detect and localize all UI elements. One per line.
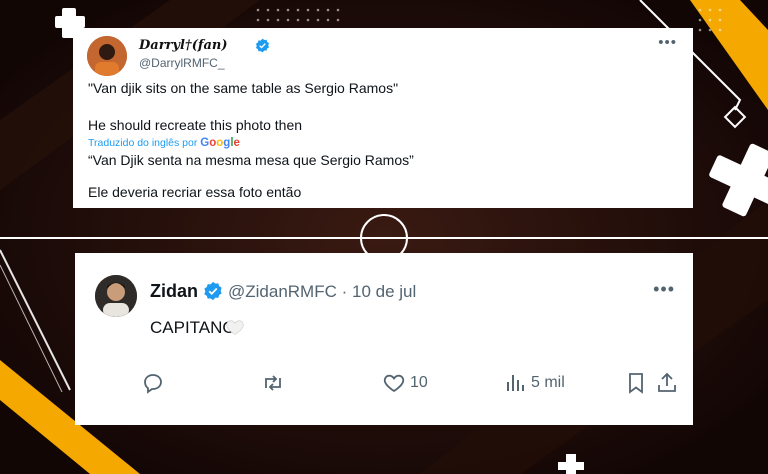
bookmark-button[interactable] [624,370,648,396]
tweet-text: CAPITANO [150,318,236,337]
tweet-card-zidan[interactable]: Zidan @ZidanRMFC · 10 de jul ••• CAPITAN… [75,253,693,425]
share-icon [658,372,676,392]
views-chart-icon [507,375,524,391]
avatar[interactable] [87,36,127,76]
reply-button[interactable] [141,370,165,396]
cross-icon: † [184,38,192,53]
more-options-icon[interactable]: ••• [658,34,677,51]
views-button[interactable]: 5 mil [503,370,565,396]
handle-and-date[interactable]: @ZidanRMFC · 10 de jul [228,282,416,302]
view-count: 5 mil [531,374,565,391]
author-name[interactable]: Zidan [150,281,198,302]
like-button[interactable]: 10 [382,370,428,396]
translated-text-line: Ele deveria recriar essa foto então [88,184,302,200]
translation-attribution[interactable]: Traduzido do inglês por Google [88,137,240,149]
profile-photo-icon [95,275,137,317]
tweet-card-darryl[interactable]: Darryl†(fan) @DarrylRMFC_ ••• "Van djik … [73,28,693,208]
tweet-text-line: He should recreate this photo then [88,117,303,133]
like-count: 10 [410,374,428,391]
retweet-icon [265,375,281,391]
tweet-text-line: "Van djik sits on the same table as Serg… [88,80,399,96]
profile-photo-icon [87,36,127,76]
white-heart-emoji-icon [226,320,244,335]
verified-badge-icon [256,38,269,53]
translated-text-line: “Van Djik senta na mesma mesa que Sergio… [88,152,414,168]
share-button[interactable] [655,370,679,396]
avatar[interactable] [95,275,137,317]
more-options-icon[interactable]: ••• [653,279,675,300]
verified-badge-icon [204,281,222,301]
bookmark-icon [629,373,643,394]
google-logo: Google [200,137,240,149]
retweet-button[interactable] [261,370,285,396]
reply-icon [144,374,162,394]
author-handle[interactable]: @DarrylRMFC_ [139,56,225,70]
heart-icon [383,374,405,393]
translated-by-label: Traduzido do inglês por [88,137,198,149]
author-name[interactable]: Darryl†(fan) [139,38,227,53]
